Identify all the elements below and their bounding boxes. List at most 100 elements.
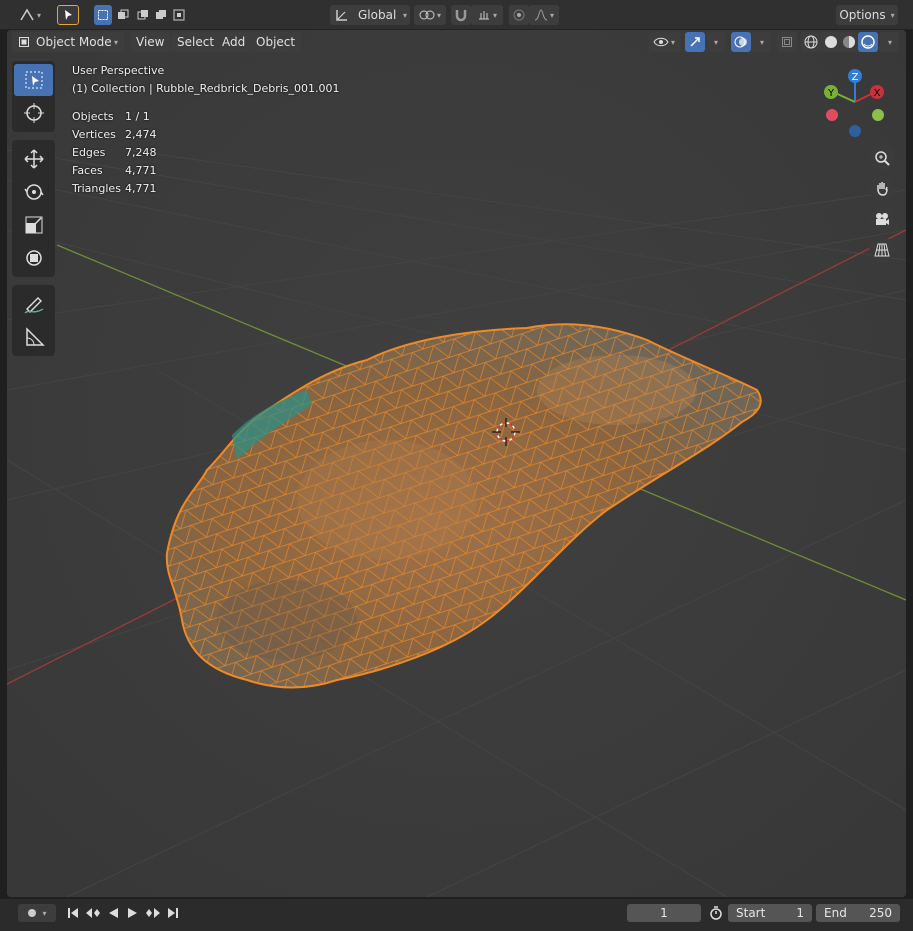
start-frame-label: Start: [736, 906, 766, 920]
editor-type-button[interactable]: ▾: [16, 5, 44, 25]
tool-select-box[interactable]: [14, 64, 53, 96]
neg-y-axis-handle[interactable]: [872, 109, 884, 121]
mode-dropdown[interactable]: Object Mode ▾: [12, 32, 124, 52]
overlays-dropdown[interactable]: ▾: [751, 32, 771, 52]
select-difference-button[interactable]: [152, 5, 170, 25]
stat-key: Faces: [72, 164, 103, 177]
stat-key: Edges: [72, 146, 106, 159]
shading-material-button[interactable]: [839, 32, 859, 52]
stat-row: Faces 4,771: [72, 162, 157, 180]
shading-rendered-button[interactable]: [858, 32, 878, 52]
options-dropdown[interactable]: Options ▾: [836, 5, 898, 25]
jump-start-button[interactable]: [64, 904, 82, 922]
shading-wireframe-button[interactable]: [801, 32, 821, 52]
stat-value: 4,771: [125, 182, 157, 195]
stat-value: 1 / 1: [125, 110, 150, 123]
pivot-point-dropdown[interactable]: ▾: [414, 5, 446, 25]
start-frame-field[interactable]: Start 1: [728, 904, 812, 922]
camera-view-button[interactable]: [869, 206, 895, 232]
tool-scale[interactable]: [14, 209, 53, 241]
proportional-edit-toggle[interactable]: [509, 5, 529, 25]
stat-value: 2,474: [125, 128, 157, 141]
transform-orientation-dropdown[interactable]: Global ▾: [330, 5, 410, 25]
tool-measure[interactable]: [14, 321, 53, 353]
orientation-icon: [336, 10, 347, 21]
menu-view[interactable]: View: [130, 32, 171, 52]
scale-icon: [25, 216, 42, 234]
overlays-icon: [734, 36, 747, 48]
select-subtract-button[interactable]: [134, 5, 152, 25]
jump-end-icon: [168, 908, 178, 918]
neg-z-axis-handle[interactable]: [849, 125, 861, 137]
eye-icon: [653, 37, 669, 47]
tool-group-annotate: [12, 285, 55, 356]
tool-transform[interactable]: [14, 242, 53, 274]
prev-keyframe-icon: [86, 908, 100, 918]
overlays-toggle[interactable]: [731, 32, 751, 52]
select-difference-icon: [156, 10, 166, 19]
pivot-icon: [419, 10, 435, 20]
falloff-curve-icon: [534, 9, 548, 21]
x-axis-label: X: [874, 88, 881, 99]
neg-x-axis-handle[interactable]: [826, 109, 838, 121]
stat-key: Objects: [72, 110, 114, 123]
mode-label: Object Mode: [36, 35, 112, 49]
tool-move[interactable]: [14, 143, 53, 175]
xray-icon: [782, 37, 792, 47]
snap-increment-icon: [478, 11, 489, 20]
gizmo-toggle[interactable]: [685, 32, 705, 52]
menu-object[interactable]: Object: [250, 32, 302, 52]
play-reverse-button[interactable]: [104, 904, 122, 922]
jump-end-button[interactable]: [164, 904, 182, 922]
proportional-edit-icon: [513, 9, 525, 21]
prev-keyframe-button[interactable]: [84, 904, 102, 922]
3d-viewport[interactable]: Object Mode ▾ View Select Add Object ▾ ▾…: [7, 30, 906, 897]
start-frame-value: 1: [796, 906, 804, 920]
solid-sphere-icon: [825, 36, 837, 48]
xray-toggle[interactable]: [777, 32, 797, 52]
preview-range-toggle[interactable]: [706, 904, 726, 922]
stat-row: Triangles 4,771: [72, 180, 157, 198]
visibility-dropdown[interactable]: ▾: [649, 32, 681, 52]
select-intersect-icon: [173, 9, 185, 21]
pencil-icon: [24, 297, 43, 314]
perspective-toggle-button[interactable]: [869, 237, 895, 263]
select-box-icon: [98, 10, 108, 20]
magnet-icon: [455, 10, 467, 22]
proportional-falloff-dropdown[interactable]: ▾: [529, 5, 559, 25]
select-mode-button[interactable]: [57, 5, 79, 25]
play-reverse-icon: [109, 908, 118, 918]
play-button[interactable]: [124, 904, 142, 922]
end-frame-value: 250: [869, 906, 892, 920]
perspective-grid-icon: [874, 243, 890, 257]
navigation-gizmo[interactable]: Z X Y: [817, 64, 897, 144]
timeline-bar: ▾ 1 Start 1 End 250: [0, 899, 913, 931]
snap-toggle[interactable]: [451, 5, 471, 25]
shading-solid-button[interactable]: [821, 32, 841, 52]
z-axis-label: Z: [852, 72, 859, 83]
select-intersect-button[interactable]: [170, 5, 188, 25]
next-keyframe-button[interactable]: [144, 904, 162, 922]
stat-value: 4,771: [125, 164, 157, 177]
tool-rotate[interactable]: [14, 176, 53, 208]
pan-button[interactable]: [869, 175, 895, 201]
material-sphere-icon: [843, 36, 855, 48]
jump-start-icon: [68, 908, 78, 918]
tool-annotate[interactable]: [14, 288, 53, 320]
orientation-label: Global: [358, 8, 397, 22]
rotate-icon: [23, 184, 44, 200]
gizmo-dropdown[interactable]: ▾: [705, 32, 725, 52]
options-label: Options: [839, 8, 886, 22]
current-frame-field[interactable]: 1: [627, 904, 701, 922]
zoom-button[interactable]: [869, 145, 895, 171]
menu-select[interactable]: Select: [171, 32, 221, 52]
menu-add[interactable]: Add: [216, 32, 252, 52]
snap-target-dropdown[interactable]: ▾: [471, 5, 503, 25]
shading-dropdown[interactable]: ▾: [879, 32, 899, 52]
move-arrows-icon: [23, 149, 44, 169]
tool-cursor[interactable]: [14, 97, 53, 129]
playback-dropdown[interactable]: ▾: [18, 904, 56, 922]
select-extend-button[interactable]: [114, 5, 132, 25]
select-new-button[interactable]: [94, 5, 112, 25]
end-frame-field[interactable]: End 250: [816, 904, 900, 922]
